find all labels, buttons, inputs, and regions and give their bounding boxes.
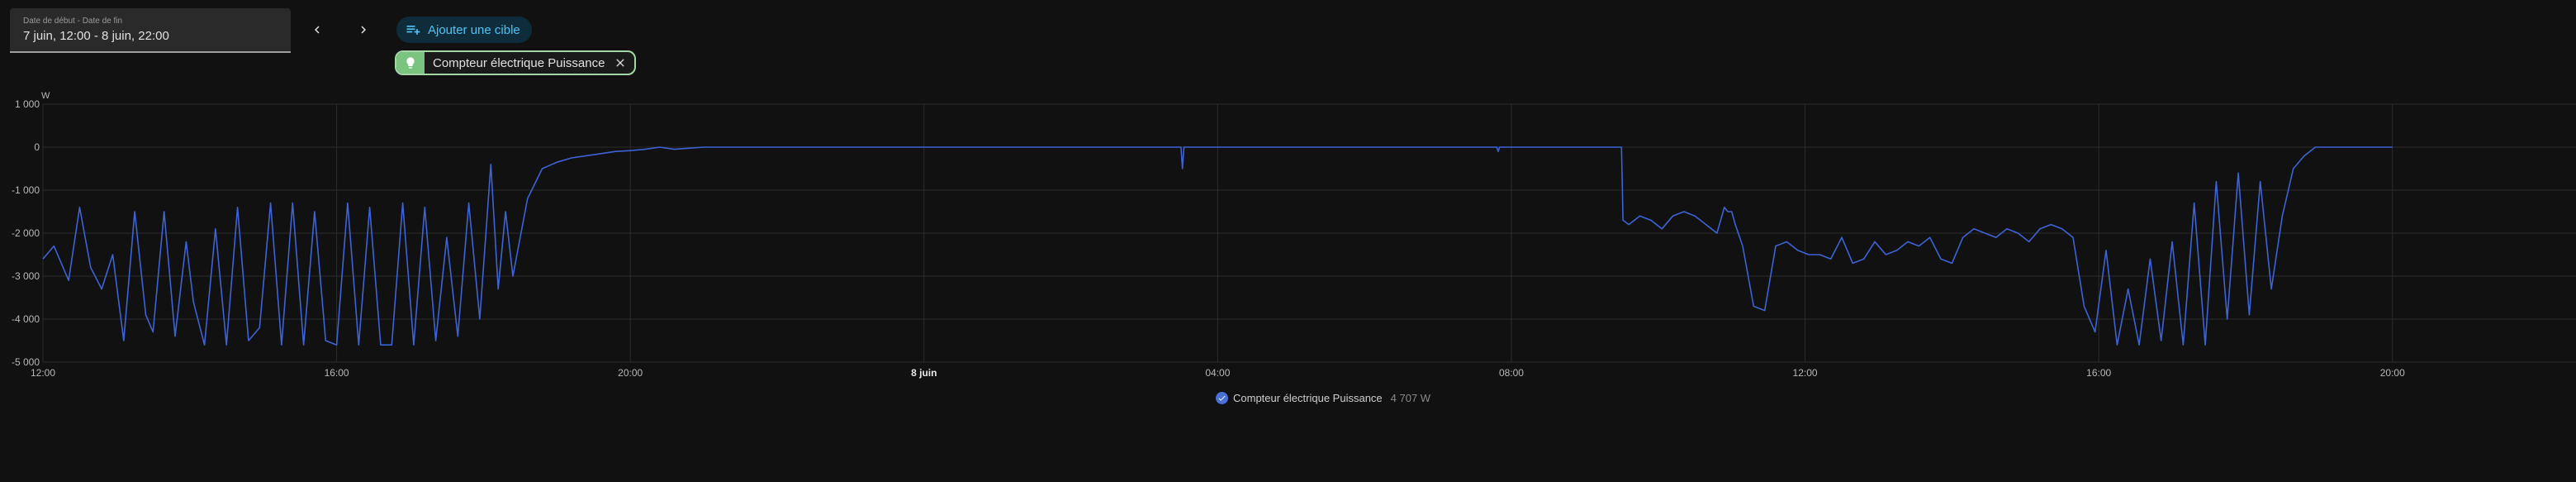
- y-tick-label: -2 000: [12, 227, 40, 239]
- previous-period-button[interactable]: [302, 15, 332, 45]
- legend-series-value: 4 707 W: [1390, 392, 1431, 404]
- y-tick-label: 0: [34, 141, 40, 153]
- x-axis: 12:00 16:00 20:00 8 juin 04:00 08:00 12:00 16:0…: [31, 367, 2405, 379]
- x-tick-label: 04:00: [1205, 367, 1230, 379]
- y-tick-label: -4 000: [12, 313, 40, 325]
- y-tick-label: 1 000: [15, 98, 40, 110]
- x-tick-label: 20:00: [618, 367, 643, 379]
- remove-target-button[interactable]: [611, 54, 629, 72]
- x-tick-label: 12:00: [1793, 367, 1818, 379]
- y-axis: 1 000 0 -1 000 -2 000 -3 000 -4 000 -5 000: [12, 98, 40, 368]
- x-tick-label: 16:00: [2086, 367, 2111, 379]
- power-history-chart[interactable]: 1 000 0 -1 000 -2 000 -3 000 -4 000 -5 000 12:…: [0, 83, 2576, 389]
- date-range-label: Date de début - Date de fin: [23, 17, 123, 26]
- y-tick-label: -1 000: [12, 184, 40, 196]
- x-tick-label: 20:00: [2380, 367, 2405, 379]
- x-tick-label: 08:00: [1499, 367, 1524, 379]
- checkbox-checked-icon: [1216, 392, 1228, 404]
- y-tick-label: -3 000: [12, 270, 40, 282]
- chart-legend-item[interactable]: Compteur électrique Puissance 4 707 W: [1216, 392, 1430, 404]
- lightbulb-icon: [396, 52, 425, 74]
- close-icon: [616, 59, 625, 67]
- x-tick-label: 8 juin: [911, 367, 937, 379]
- legend-series-name: Compteur électrique Puissance: [1233, 392, 1383, 404]
- next-period-button[interactable]: [349, 15, 378, 45]
- chevron-left-icon: [315, 26, 320, 34]
- y-tick-label: -5 000: [12, 356, 40, 368]
- x-tick-label: 12:00: [31, 367, 55, 379]
- target-chip[interactable]: Compteur électrique Puissance: [395, 50, 637, 75]
- add-target-button[interactable]: Ajouter une cible: [396, 17, 532, 43]
- chevron-right-icon: [361, 26, 366, 34]
- x-tick-label: 16:00: [325, 367, 349, 379]
- add-target-label: Ajouter une cible: [428, 22, 520, 37]
- y-axis-unit-label: W: [41, 91, 50, 101]
- target-chip-label: Compteur électrique Puissance: [433, 55, 605, 70]
- playlist-plus-icon: [406, 26, 420, 35]
- date-range-value: 7 juin, 12:00 - 8 juin, 22:00: [23, 29, 169, 43]
- date-range-field[interactable]: Date de début - Date de fin 7 juin, 12:0…: [10, 8, 291, 53]
